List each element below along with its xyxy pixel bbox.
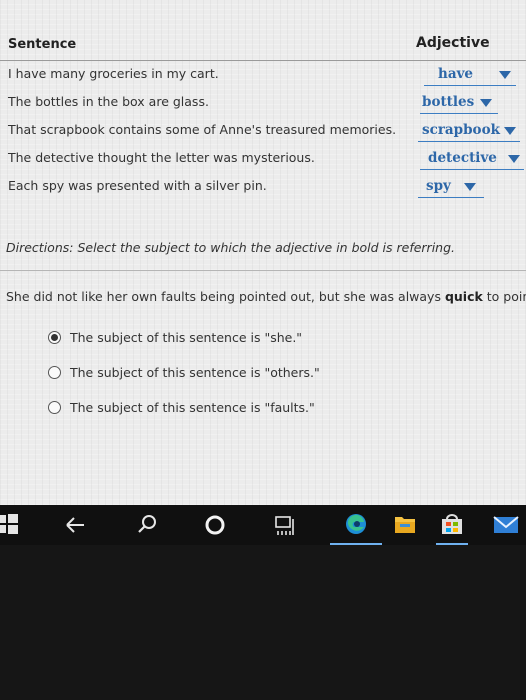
table-row: The detective thought the letter was mys…	[0, 145, 526, 173]
radio-button[interactable]	[48, 366, 61, 379]
search-icon[interactable]	[132, 505, 162, 545]
back-arrow-icon[interactable]	[60, 505, 90, 545]
dropdown-value: have	[438, 66, 473, 82]
header-adjective: Adjective	[416, 35, 490, 51]
question-before: She did not like her own faults being po…	[6, 289, 445, 304]
directions-text: Directions: Select the subject to which …	[6, 240, 455, 255]
option-label: The subject of this sentence is "faults.…	[70, 400, 315, 415]
task-view-icon[interactable]	[270, 505, 300, 545]
question-bold-word: quick	[444, 289, 483, 304]
table-row: The bottles in the box are glass. bottle…	[0, 89, 526, 117]
dropdown-value: scrapbook	[422, 122, 500, 138]
table-header: Sentence Adjective	[0, 26, 526, 61]
option-others[interactable]: The subject of this sentence is "others.…	[48, 364, 348, 384]
table-row: Each spy was presented with a silver pin…	[0, 173, 526, 201]
row-sentence: I have many groceries in my cart.	[8, 66, 219, 81]
edge-browser-icon[interactable]	[330, 505, 382, 545]
option-label: The subject of this sentence is "she."	[70, 330, 303, 345]
table-row: I have many groceries in my cart. have	[0, 61, 526, 89]
adjective-dropdown-bottles[interactable]: bottles	[420, 93, 498, 114]
file-explorer-icon[interactable]	[390, 505, 420, 545]
windows-start-icon[interactable]	[0, 505, 20, 545]
row-sentence: The bottles in the box are glass.	[8, 94, 209, 109]
app-screen: Sentence Adjective I have many groceries…	[0, 0, 526, 505]
chevron-down-icon	[464, 183, 476, 191]
adjective-table: Sentence Adjective I have many groceries…	[0, 26, 526, 206]
option-faults[interactable]: The subject of this sentence is "faults.…	[48, 399, 348, 419]
mail-icon[interactable]	[490, 505, 526, 545]
option-label: The subject of this sentence is "others.…	[70, 365, 320, 380]
monitor-bezel	[0, 545, 526, 700]
adjective-dropdown-detective[interactable]: detective	[420, 149, 524, 170]
divider	[0, 270, 526, 271]
chevron-down-icon	[480, 99, 492, 107]
option-she[interactable]: The subject of this sentence is "she."	[48, 329, 348, 349]
adjective-dropdown-have[interactable]: have	[424, 65, 516, 86]
radio-button-selected[interactable]	[48, 331, 61, 344]
adjective-dropdown-spy[interactable]: spy	[418, 177, 484, 198]
table-row: That scrapbook contains some of Anne's t…	[0, 117, 526, 145]
header-sentence: Sentence	[8, 37, 77, 52]
dropdown-value: spy	[426, 178, 451, 194]
dropdown-value: detective	[428, 150, 497, 166]
cortana-icon[interactable]	[200, 505, 230, 545]
chevron-down-icon	[504, 127, 516, 135]
row-sentence: Each spy was presented with a silver pin…	[8, 178, 267, 193]
row-sentence: The detective thought the letter was mys…	[8, 150, 315, 165]
chevron-down-icon	[499, 71, 511, 79]
windows-taskbar	[0, 505, 526, 545]
radio-button[interactable]	[48, 401, 61, 414]
chevron-down-icon	[508, 155, 520, 163]
store-icon[interactable]	[432, 505, 472, 545]
question-after: to point	[486, 289, 526, 304]
dropdown-value: bottles	[422, 94, 475, 110]
row-sentence: That scrapbook contains some of Anne's t…	[8, 122, 397, 137]
question-text: She did not like her own faults being po…	[6, 289, 526, 304]
adjective-dropdown-scrapbook[interactable]: scrapbook	[418, 121, 520, 142]
